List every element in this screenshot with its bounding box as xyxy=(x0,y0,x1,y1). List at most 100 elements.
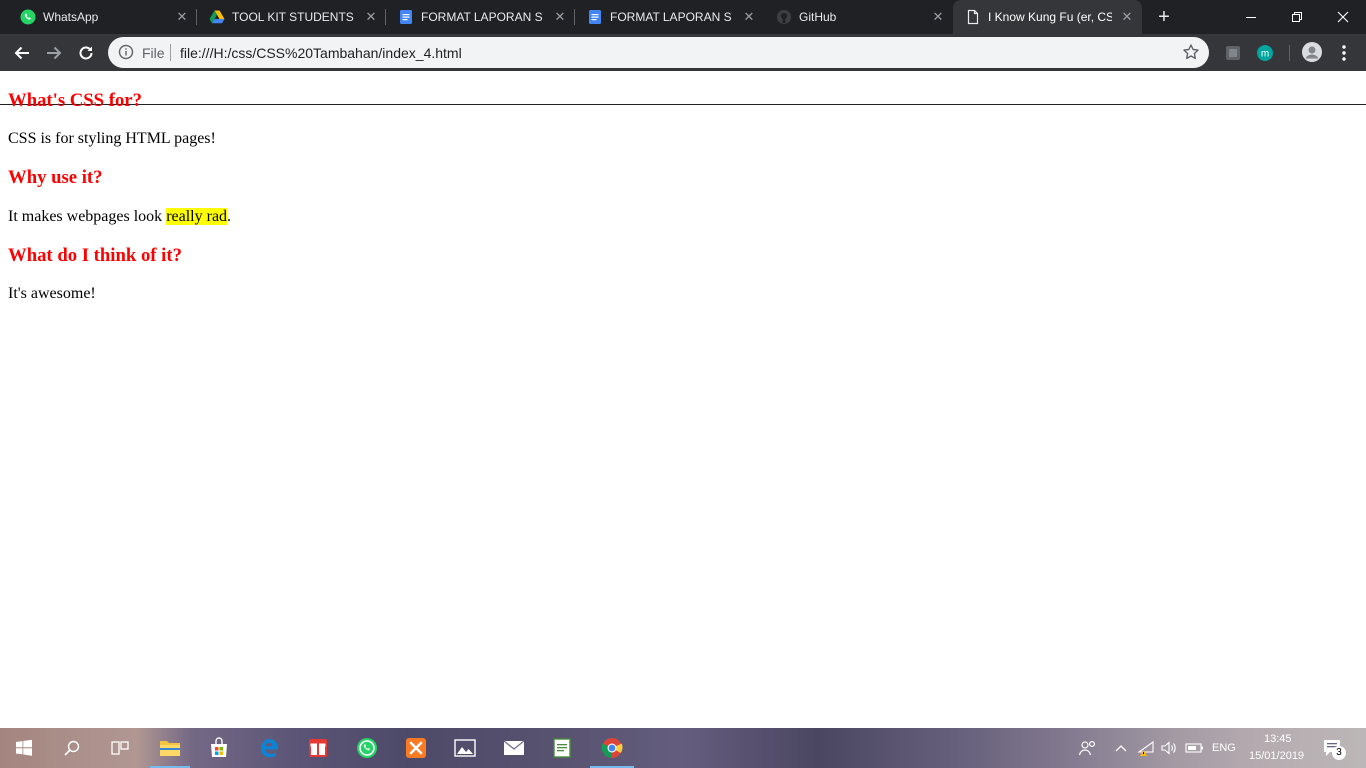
wifi-warning-icon xyxy=(1137,740,1154,756)
volume-button[interactable] xyxy=(1159,736,1179,760)
minimize-icon xyxy=(1246,17,1256,18)
back-button[interactable] xyxy=(10,41,34,65)
notification-count-badge: 3 xyxy=(1332,746,1346,760)
close-tab-icon[interactable]: ✕ xyxy=(741,9,757,25)
xampp-icon xyxy=(406,738,426,758)
language-indicator[interactable]: ENG xyxy=(1212,742,1236,755)
tab-format-laporan-1[interactable]: FORMAT LAPORAN STUDI ✕ xyxy=(386,0,575,34)
task-view-button[interactable] xyxy=(108,736,132,760)
speaker-icon xyxy=(1161,741,1176,755)
close-tab-icon[interactable]: ✕ xyxy=(174,9,190,25)
scheme-label: File xyxy=(142,45,165,61)
gift-icon xyxy=(309,739,327,757)
microsoft-store-icon xyxy=(211,737,227,757)
taskbar-gift-app[interactable] xyxy=(306,736,330,760)
tab-title: I Know Kung Fu (er, CSS) xyxy=(988,10,1112,24)
paragraph-opinion: It's awesome! xyxy=(8,285,96,302)
forward-button[interactable] xyxy=(42,41,66,65)
chrome-icon xyxy=(601,738,623,758)
omnibox-divider xyxy=(170,44,171,61)
photos-icon xyxy=(454,739,476,757)
tab-format-laporan-2[interactable]: FORMAT LAPORAN STUDI ✕ xyxy=(575,0,764,34)
forward-arrow-icon xyxy=(47,46,62,60)
heading-why-use-it: Why use it? xyxy=(8,167,103,188)
github-icon xyxy=(776,9,792,25)
taskbar-store[interactable] xyxy=(207,736,231,760)
close-tab-icon[interactable]: ✕ xyxy=(1119,9,1135,25)
clock-date[interactable]: 15/01/2019 xyxy=(1249,750,1304,763)
google-docs-icon xyxy=(587,9,603,25)
heading-whats-css-for: What's CSS for? xyxy=(8,90,142,111)
taskbar-edge[interactable] xyxy=(257,736,281,760)
restore-button[interactable] xyxy=(1274,0,1320,34)
new-tab-button[interactable]: + xyxy=(1153,6,1175,28)
people-icon xyxy=(1078,740,1096,756)
taskbar-whatsapp[interactable] xyxy=(355,736,379,760)
profile-avatar-icon[interactable] xyxy=(1302,42,1322,62)
tab-title: FORMAT LAPORAN STUDI xyxy=(610,10,732,24)
taskbar-file-explorer[interactable] xyxy=(158,736,182,760)
close-tab-icon[interactable]: ✕ xyxy=(363,9,379,25)
tab-title: WhatsApp xyxy=(43,10,99,24)
folder-icon xyxy=(160,741,180,756)
tab-github[interactable]: GitHub ✕ xyxy=(764,0,953,34)
clock-time[interactable]: 13:45 xyxy=(1264,733,1292,746)
battery-charging-icon xyxy=(1185,743,1203,753)
info-icon[interactable] xyxy=(118,44,134,60)
mail-icon xyxy=(503,740,525,755)
action-center-button[interactable]: 3 xyxy=(1320,736,1346,760)
url-text[interactable]: file:///H:/css/CSS%20Tambahan/index_4.ht… xyxy=(180,45,462,61)
tab-title: GitHub xyxy=(799,10,837,24)
show-hidden-icons-button[interactable] xyxy=(1112,736,1130,760)
restore-icon xyxy=(1292,12,1302,22)
windows-logo-icon xyxy=(16,739,32,756)
tab-strip: WhatsApp ✕ TOOL KIT STUDENTS GO ✕ FORMAT… xyxy=(0,0,1366,34)
highlighted-text: really rad xyxy=(166,208,228,225)
reload-icon xyxy=(79,46,93,60)
toolbar-bottom-border xyxy=(0,104,1366,105)
extension-icon[interactable] xyxy=(1224,44,1242,62)
mendeley-extension-icon[interactable]: m xyxy=(1256,44,1274,62)
address-bar[interactable]: File file:///H:/css/CSS%20Tambahan/index… xyxy=(108,37,1209,68)
bookmark-star-icon[interactable] xyxy=(1182,43,1200,61)
edge-browser-icon xyxy=(261,739,278,758)
paragraph-why-use: It makes webpages look really rad. xyxy=(8,207,231,226)
close-window-button[interactable] xyxy=(1320,0,1366,34)
reload-button[interactable] xyxy=(74,41,98,65)
search-icon xyxy=(64,740,80,756)
tab-title: TOOL KIT STUDENTS GO xyxy=(232,10,354,24)
close-tab-icon[interactable]: ✕ xyxy=(552,9,568,25)
kebab-menu-icon[interactable] xyxy=(1334,43,1354,63)
tab-tool-kit[interactable]: TOOL KIT STUDENTS GO ✕ xyxy=(197,0,386,34)
tab-title: FORMAT LAPORAN STUDI xyxy=(421,10,543,24)
task-view-icon xyxy=(111,741,129,755)
page-icon xyxy=(965,9,981,25)
taskbar-chrome[interactable] xyxy=(600,736,624,760)
taskbar-photos[interactable] xyxy=(453,736,477,760)
taskbar-notepad-app[interactable] xyxy=(550,736,574,760)
tab-i-know-kung-fu[interactable]: I Know Kung Fu (er, CSS) ✕ xyxy=(953,0,1142,34)
taskbar-mail[interactable] xyxy=(502,736,526,760)
people-button[interactable] xyxy=(1076,736,1100,760)
start-button[interactable] xyxy=(12,736,36,760)
network-button[interactable] xyxy=(1136,736,1156,760)
google-drive-icon xyxy=(209,9,225,25)
paragraph-text: It makes webpages look xyxy=(8,208,167,225)
whatsapp-icon xyxy=(357,738,377,758)
paragraph-css-purpose: CSS is for styling HTML pages! xyxy=(8,130,216,147)
chevron-up-icon xyxy=(1115,745,1127,752)
close-tab-icon[interactable]: ✕ xyxy=(930,9,946,25)
search-button[interactable] xyxy=(60,736,84,760)
google-docs-icon xyxy=(398,9,414,25)
whatsapp-icon xyxy=(20,9,36,25)
battery-button[interactable] xyxy=(1184,736,1206,760)
taskbar-xampp[interactable] xyxy=(404,736,428,760)
tab-whatsapp[interactable]: WhatsApp ✕ xyxy=(8,0,197,34)
windows-taskbar: ENG 13:45 15/01/2019 3 xyxy=(0,728,1366,768)
paragraph-period: . xyxy=(227,208,232,225)
toolbar-separator xyxy=(1289,45,1290,61)
svg-text:m: m xyxy=(1261,49,1269,60)
minimize-button[interactable] xyxy=(1228,0,1274,34)
back-arrow-icon xyxy=(14,46,29,60)
heading-what-do-i-think: What do I think of it? xyxy=(8,245,182,266)
